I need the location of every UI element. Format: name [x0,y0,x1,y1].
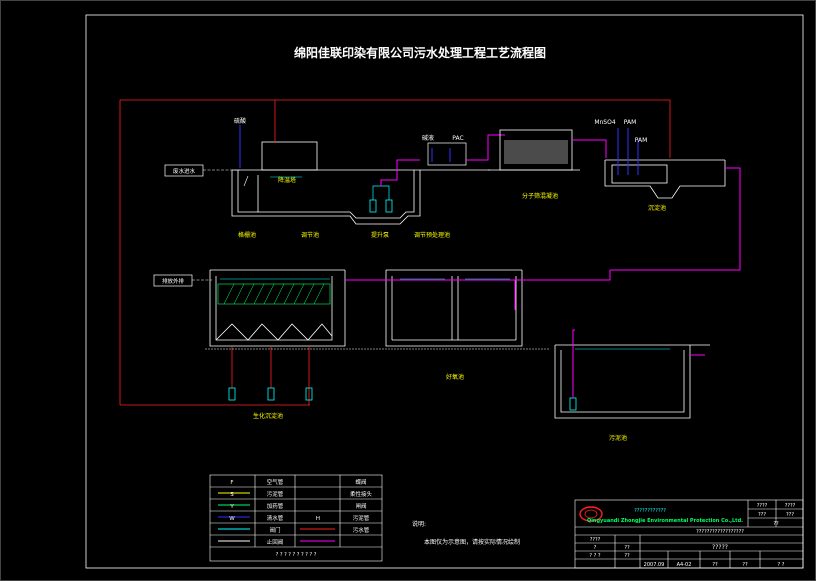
oxidation-tank-label: 好氧池 [446,373,464,381]
tb-field-3: ?? [712,562,718,568]
reagent-3-label: PAC [452,135,463,142]
legend-name-3: 清水管 [267,514,284,522]
legend-name2-2: 闸阀 [355,502,366,510]
reagent-6-label: PAM [624,119,637,126]
sludge-tank [554,344,710,419]
legend-sym2-3: H [316,516,320,522]
tb-field-0: ???? [590,537,601,543]
legend-name2-3: 污泥管 [353,514,370,522]
drawing-frame [85,14,804,569]
tb-field-7: ?? [624,553,630,559]
legend-name2-1: 柔性接头 [350,490,373,498]
legend-name-1: 污泥管 [267,490,284,498]
title-block [574,499,804,569]
red-loop-line [119,99,671,406]
inlet-label: 废水进水 [173,167,196,175]
red-valve-1 [228,387,236,401]
placeholder-row: ?????????????????? [696,529,744,535]
legend-sym-0: F [230,480,233,486]
red-valve-2 [267,387,275,401]
lift-pump-label: 提升泵 [371,231,389,239]
reagent-4-label: PAM [635,137,648,144]
legend-name2-4: 污水管 [353,526,370,534]
page-title: 绵阳佳联印染有限公司污水处理工程工艺流程图 [294,45,546,60]
legend-name-0: 空气管 [267,478,284,486]
tb-field-8: ? ? ? [589,553,600,559]
tb-right-2: ??? [758,512,766,518]
outer-border [0,0,816,581]
notes-heading: 说明: [412,520,426,528]
biofilm-tank-label: 生化沉淀池 [253,412,283,420]
sludge-tank-label: 污泥池 [609,434,627,442]
legend-name-5: 止回阀 [267,538,284,546]
biofilm-tank [209,269,346,347]
regulating-tank-label: 调节池 [301,231,319,239]
grid-tank-label: 格栅池 [238,231,256,239]
settling-tank-label: 沉淀池 [648,204,666,212]
reagent-2-label: 碱液 [422,134,434,142]
tb-field-5: ? [594,545,597,551]
equalization-label: 调节预处理池 [414,231,450,239]
biofilm-media [217,283,331,305]
sludge-pump [569,397,577,411]
legend-footer: ? ? ? ? ? ? ? ? ? ? [276,552,317,558]
polymer-tank-label: 分子筛混凝池 [522,192,558,200]
lift-pump-2 [385,199,393,213]
tb-right-0: ???? [757,503,768,509]
legend-sym-3: W [229,516,235,522]
tb-field-1: 2007.09 [644,562,665,568]
outlet-label: 排放外排 [162,277,185,285]
legend-name-4: 阀门 [269,526,280,534]
company-name-cn: ???????????? [634,508,666,514]
legend-name2-0: 蝶阀 [355,478,366,486]
tb-right-1: ???? [785,503,796,509]
process-flow-diagram: 绵阳佳联印染有限公司污水处理工程工艺流程图 废水进水 降温塔 硫酸 格栅池 调节… [0,0,816,581]
legend-name-2: 加药管 [267,502,284,510]
tb-right-4: ?? [773,521,779,527]
tb-field-9: ? ? [778,562,785,568]
reagent-1-label: 硫酸 [234,117,246,125]
tb-right-3: ??? [786,512,794,518]
tb-field-4: ?? [742,562,748,568]
drawing-name: ????? [712,544,728,551]
notes-text: 本图仅为示意图，请按实际情况绘制 [424,538,520,546]
reagent-5-label: MnSO4 [594,119,616,126]
settling-tank-top [604,159,726,199]
dosing-station [420,142,490,171]
media-fill [504,140,568,164]
tb-field-2: A4-02 [677,562,692,568]
lift-pump-1 [369,199,377,213]
oxidation-tank [385,269,523,347]
legend-sym-2: Y [229,504,234,510]
tb-field-6: ?? [624,545,630,551]
legend-sym-1: S [230,492,234,498]
company-name-en: Qingyuandi Zhongjie Environmental Protec… [587,518,743,524]
